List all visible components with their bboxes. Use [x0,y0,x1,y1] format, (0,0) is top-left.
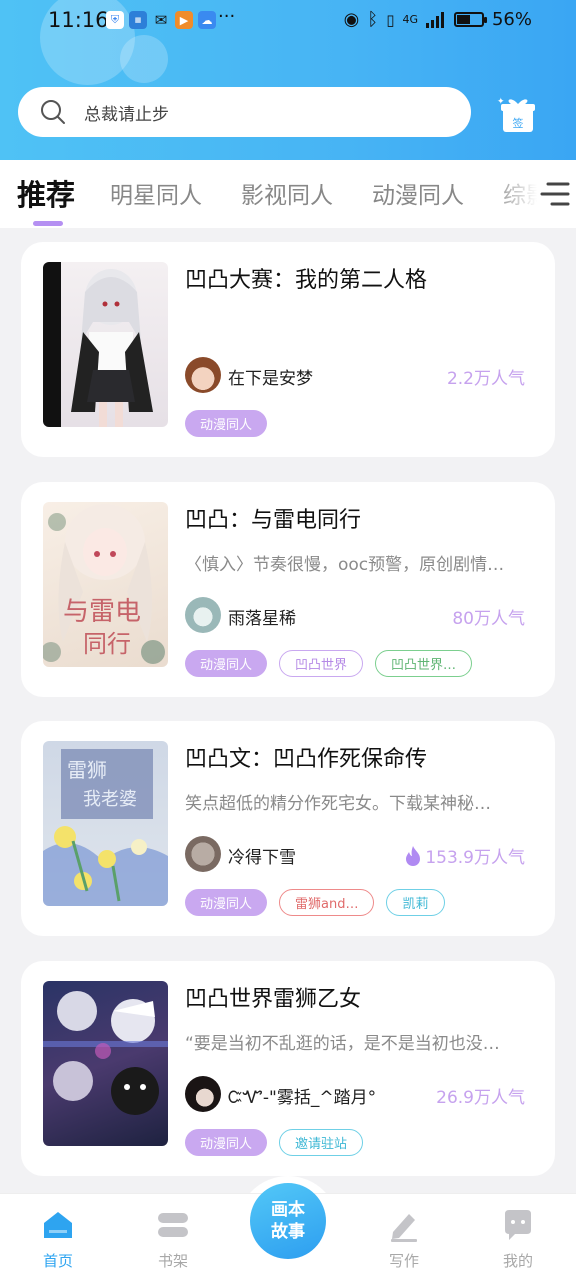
tag-list: 动漫同人 凹凸世界 凹凸世界… [185,650,473,677]
story-card[interactable]: 凹凸世界雷狮乙女 “要是当初不乱逛的话，是不是当初也没… ᏨᏉ-"雾括_^踏月°… [21,961,555,1176]
story-title: 凹凸文：凹凸作死保命传 [185,747,428,772]
status-right: ◉ ᛒ ▯ 4G 56% [344,9,532,30]
avatar[interactable] [185,357,221,393]
author-name[interactable]: 冷得下雪 [228,843,296,868]
cover-image: 雷狮 我老婆 [43,741,168,906]
tag[interactable]: 动漫同人 [185,1129,268,1156]
tag[interactable]: 动漫同人 [185,650,268,677]
eye-icon: ◉ [343,9,360,30]
nav-mine[interactable]: 我的 [488,1208,548,1271]
tag[interactable]: 凯莉 [386,889,445,916]
tab-film-fanfic[interactable]: 影视同人 [241,176,333,210]
nav-home[interactable]: 首页 [28,1208,88,1271]
author-name[interactable]: ᏨᏉ-"雾括_^踏月° [228,1083,376,1108]
tab-anime-fanfic[interactable]: 动漫同人 [372,176,464,210]
signal-icon [425,11,444,28]
cover-image [43,262,168,427]
tag[interactable]: 凹凸世界 [279,650,364,677]
tag[interactable]: 雷狮and… [279,889,375,916]
popularity-count: 2.2万人气 [446,369,525,389]
wechat-icon: ✉ [154,11,168,29]
story-description: 笑点超低的精分作死宅女。下载某神秘… [185,794,491,814]
svg-text:雷狮: 雷狮 [67,758,107,782]
search-bar[interactable]: 总裁请止步 [18,87,471,137]
cover-image: 与雷电 同行 [43,502,168,667]
author-row: 在下是安梦 2.2万人气 [185,357,525,393]
menu-icon[interactable] [540,180,570,208]
tab-celebrity-fanfic[interactable]: 明星同人 [110,176,202,210]
svg-text:我老婆: 我老婆 [83,789,137,810]
avatar[interactable] [185,836,221,872]
vibrate-icon: ▯ [386,10,395,29]
cover-image [43,981,168,1146]
nav-bookshelf-label: 书架 [157,1252,188,1270]
tag[interactable]: 动漫同人 [185,889,268,916]
status-bar: 11:16 ⛨ ▦ ✉ ▶ ☁ ··· ◉ ᛒ ▯ 4G 56% [0,0,576,44]
category-tabs: 推荐 明星同人 影视同人 动漫同人 综影 [0,160,576,228]
story-card[interactable]: 凹凸大赛：我的第二人格 在下是安梦 2.2万人气 动漫同人 [21,242,555,457]
story-title: 凹凸：与雷电同行 [185,508,362,533]
popularity-count: 153.9万人气 [405,843,525,868]
video-app-icon: ▶ [175,11,193,29]
author-name[interactable]: 在下是安梦 [228,364,313,389]
pen-icon [391,1214,417,1242]
story-card[interactable]: 雷狮 我老婆 凹凸文：凹凸作死保命传 笑点超低的精分作死宅女。下载某神秘… 冷得… [21,721,555,936]
author-row: 雨落星稀 80万人气 [185,597,525,633]
story-card[interactable]: 与雷电 同行 凹凸：与雷电同行 〈慎入〉节奏很慢，ooc预警，原创剧情… 雨落星… [21,482,555,697]
tag[interactable]: 动漫同人 [185,410,268,437]
active-tab-indicator [33,221,63,226]
svg-text:与雷电: 与雷电 [63,597,141,627]
nav-write[interactable]: 写作 [374,1208,434,1271]
popularity-count: 80万人气 [452,609,525,629]
author-row: 冷得下雪 153.9万人气 [185,836,525,872]
nav-bookshelf[interactable]: 书架 [143,1208,203,1271]
home-icon [44,1212,72,1238]
battery-icon [453,12,487,27]
nav-home-label: 首页 [42,1252,73,1270]
header: 11:16 ⛨ ▦ ✉ ▶ ☁ ··· ◉ ᛒ ▯ 4G 56% 总裁请止步 ✦… [0,0,576,160]
popularity-count: 26.9万人气 [436,1088,525,1108]
tag-list: 动漫同人 [185,410,268,437]
search-icon [41,100,65,124]
tab-recommend[interactable]: 推荐 [17,172,75,214]
network-label: 4G [402,13,418,26]
flame-icon [406,845,421,866]
tag[interactable]: 凹凸世界… [375,650,473,677]
story-title: 凹凸大赛：我的第二人格 [185,268,428,293]
battery-percent: 56% [491,9,532,30]
notification-icons: ⛨ ▦ ✉ ▶ ☁ [106,11,216,29]
author-name[interactable]: 雨落星稀 [228,604,296,629]
author-row: ᏨᏉ-"雾括_^踏月° 26.9万人气 [185,1076,525,1112]
checkin-gift-icon[interactable]: ✦ 签 [497,94,539,134]
story-title: 凹凸世界雷狮乙女 [185,987,362,1012]
story-description: 〈慎入〉节奏很慢，ooc预警，原创剧情… [185,555,505,575]
bluetooth-icon: ᛒ [367,9,379,30]
shield-app-icon: ⛨ [106,11,124,29]
avatar[interactable] [185,597,221,633]
search-input[interactable]: 总裁请止步 [84,100,169,125]
tag-list: 动漫同人 雷狮and… 凯莉 [185,889,445,916]
cloud-app-icon: ☁ [198,11,216,29]
store-app-icon: ▦ [129,11,147,29]
tag-list: 动漫同人 邀请驻站 [185,1129,364,1156]
picture-story-button[interactable]: 画本 故事 [250,1183,326,1259]
checkin-label: 签 [513,116,524,130]
status-time: 11:16 [48,8,109,32]
avatar[interactable] [185,1076,221,1112]
nav-mine-label: 我的 [502,1252,533,1270]
story-description: “要是当初不乱逛的话，是不是当初也没… [185,1034,500,1054]
nav-write-label: 写作 [388,1252,419,1270]
tag[interactable]: 邀请驻站 [279,1129,364,1156]
svg-text:同行: 同行 [83,630,131,658]
more-notifications-icon: ··· [218,6,236,27]
svg-text:✦: ✦ [497,97,505,107]
bookshelf-icon [158,1213,188,1237]
chat-bubble-icon [505,1210,531,1240]
